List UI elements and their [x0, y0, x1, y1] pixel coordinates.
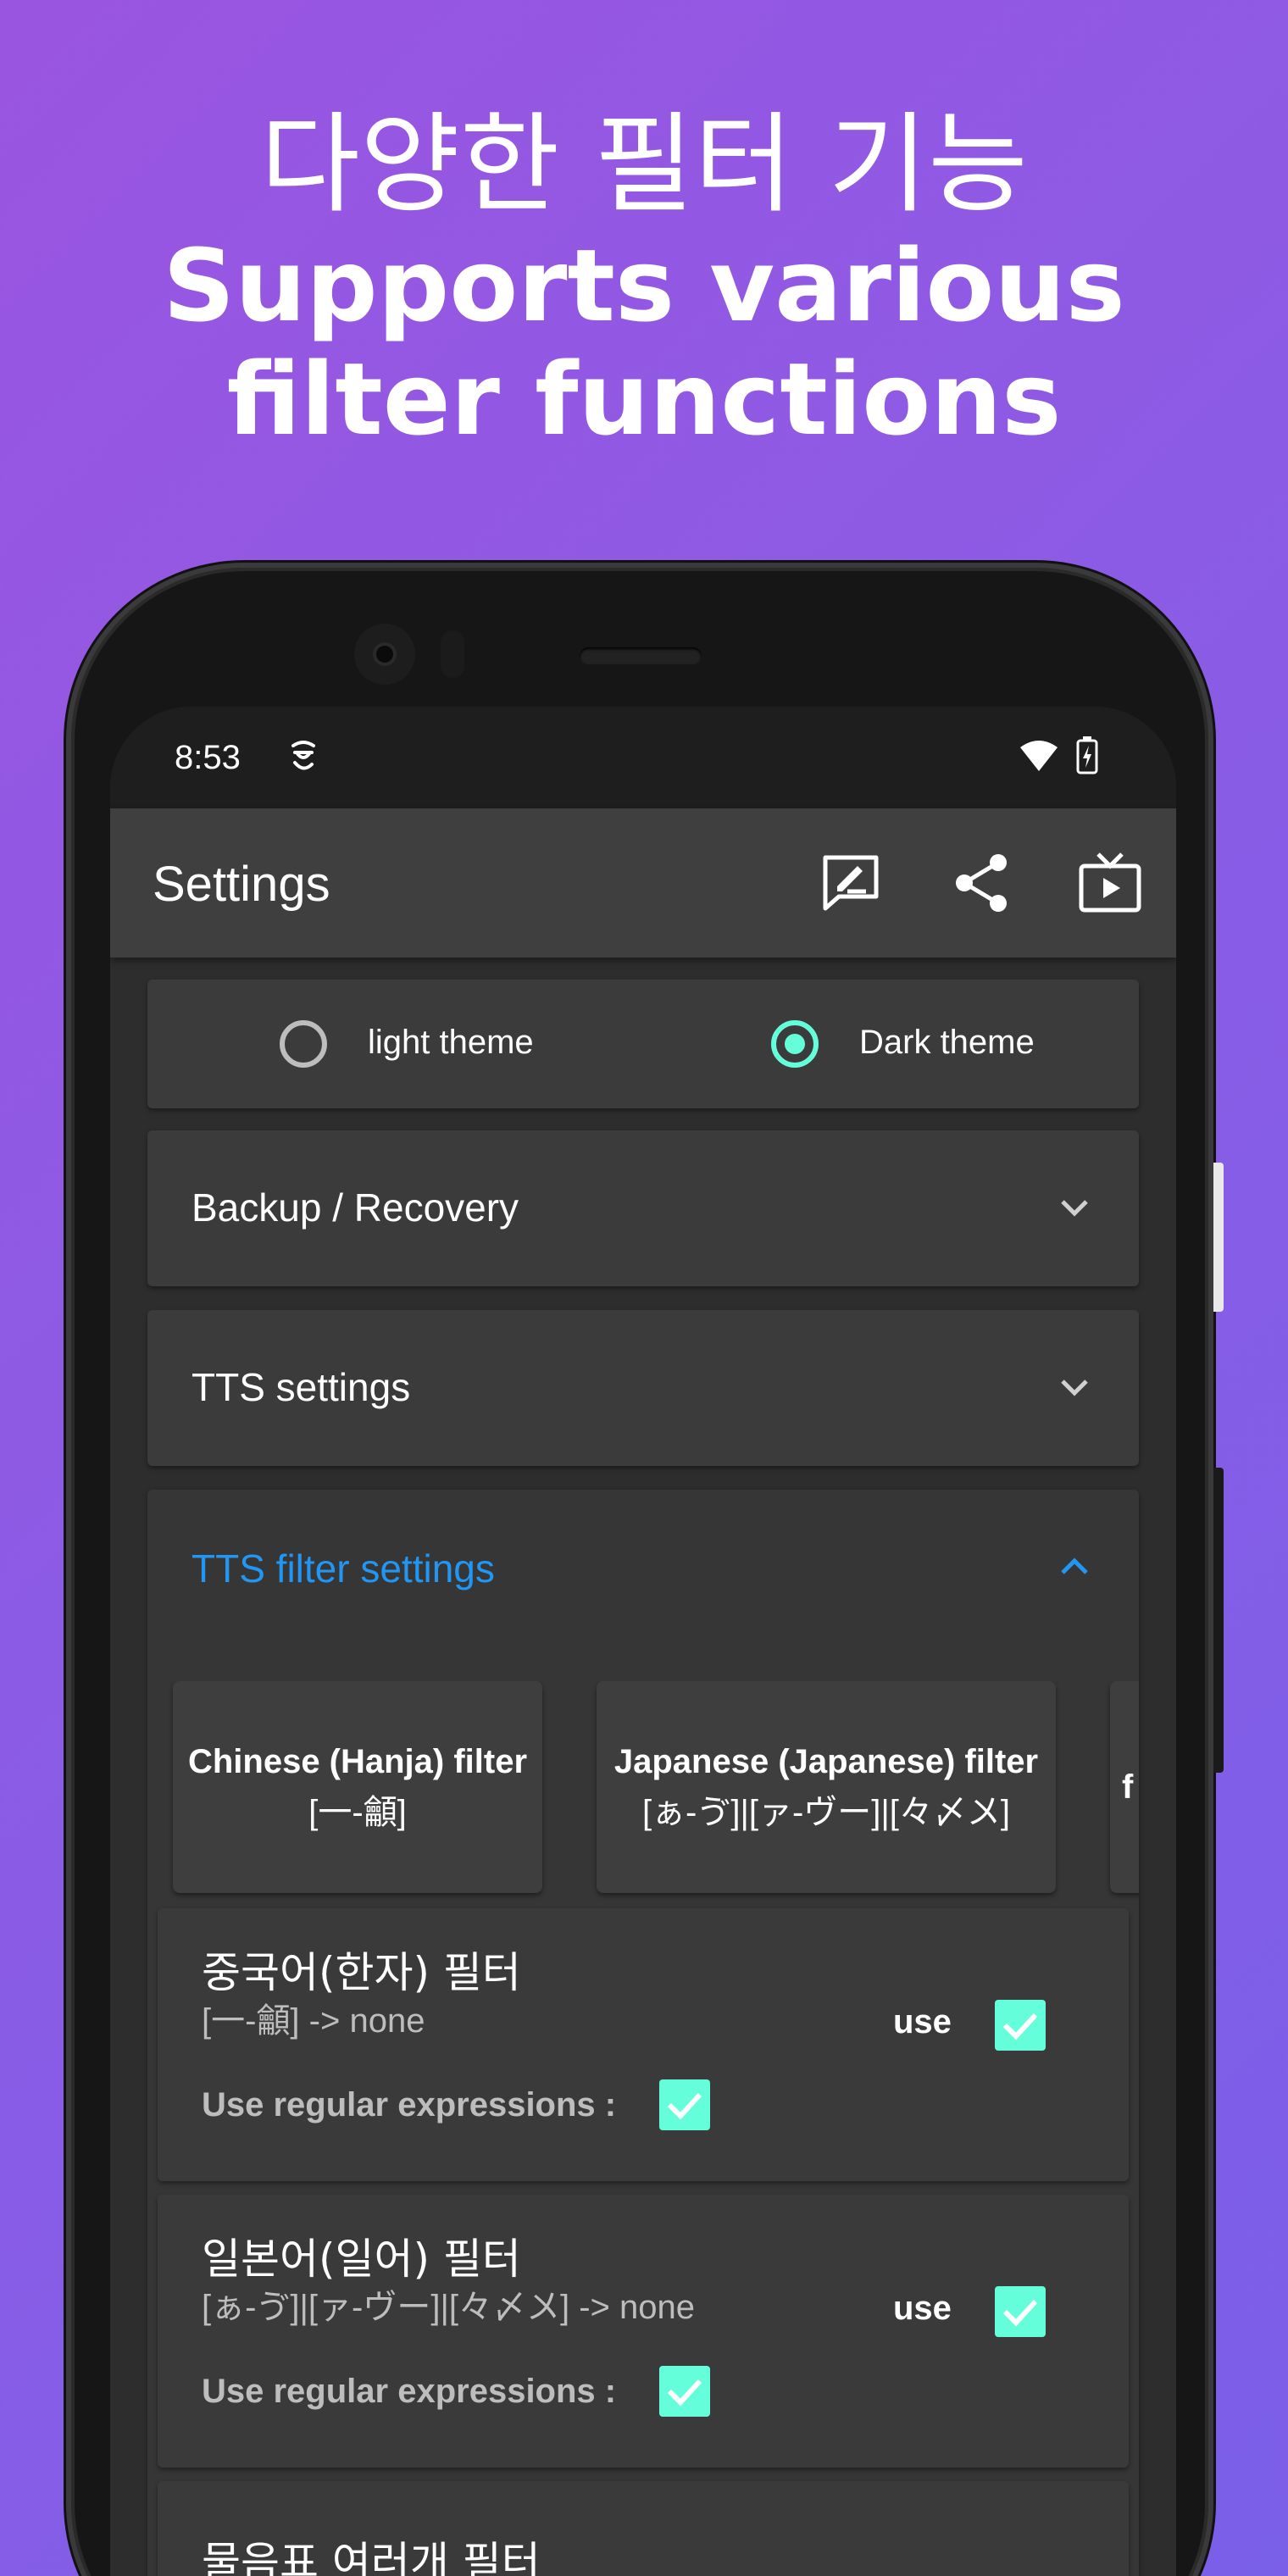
filter-item-japanese: 일본어(일어) 필터 [ぁ-ゔ]|[ァ-ヴー]|[々〆〤] -> none us… [158, 2195, 1129, 2468]
theme-selector-card: light theme Dark theme [147, 980, 1139, 1108]
regex-label: Use regular expressions : [202, 2086, 617, 2124]
filter-item-question-marks: 물음표 여러개 필터 [158, 2481, 1129, 2576]
chevron-up-icon[interactable] [1058, 1549, 1091, 1583]
chevron-down-icon[interactable] [1058, 1371, 1091, 1405]
chip-label: Chinese (Hanja) filter [187, 1743, 528, 1780]
proximity-sensor [441, 630, 464, 678]
filter-pattern: [ぁ-ゔ]|[ァ-ヴー]|[々〆〤] -> none [202, 2289, 695, 2326]
use-checkbox[interactable] [995, 2286, 1046, 2337]
phone-screen: 8:53 Settings light theme Dark theme Bac… [110, 707, 1176, 2576]
check-icon [1002, 2012, 1038, 2040]
regex-label: Use regular expressions : [202, 2373, 617, 2410]
chinese-filter-chip[interactable]: Chinese (Hanja) filter [一-龥] [173, 1681, 542, 1893]
earpiece-speaker [580, 647, 702, 664]
dark-theme-radio[interactable] [771, 1020, 819, 1068]
japanese-filter-chip[interactable]: Japanese (Japanese) filter [ぁ-ゔ]|[ァ-ヴー]|… [597, 1681, 1056, 1893]
filter-pattern: [一-龥] -> none [202, 2002, 425, 2040]
light-theme-label[interactable]: light theme [368, 1024, 534, 1062]
filter-name: 중국어(한자) 필터 [202, 1948, 521, 1997]
check-icon [667, 2379, 702, 2407]
power-button [1213, 1163, 1224, 1312]
app-bar: Settings [110, 808, 1176, 958]
next-filter-chip[interactable]: f [1110, 1681, 1139, 1893]
tts-settings-title: TTS settings [192, 1365, 411, 1409]
regex-checkbox[interactable] [659, 2366, 710, 2417]
status-bar: 8:53 [110, 707, 1176, 808]
use-label: use [893, 2003, 952, 2040]
chevron-down-icon[interactable] [1058, 1191, 1091, 1225]
tts-settings-section[interactable]: TTS settings [147, 1310, 1139, 1466]
light-theme-radio[interactable] [280, 1020, 327, 1068]
promo-headline: 다양한 필터 기능 Supports various filter functi… [0, 102, 1288, 456]
chip-pattern: [ぁ-ゔ]|[ァ-ヴー]|[々〆〤] [641, 1794, 1011, 1831]
front-camera [354, 624, 415, 685]
wifi-icon [1020, 741, 1058, 771]
volume-button [1213, 1468, 1224, 1773]
filter-chip-row: Chinese (Hanja) filter [一-龥] Japanese (J… [147, 1681, 1139, 1910]
use-checkbox[interactable] [995, 2000, 1046, 2051]
check-icon [667, 2092, 702, 2120]
notification-icon [288, 737, 319, 783]
page-title: Settings [153, 857, 330, 912]
chip-label: f [1122, 1768, 1134, 1806]
filter-name: 일본어(일어) 필터 [202, 2235, 521, 2284]
check-icon [1002, 2299, 1038, 2327]
backup-recovery-title: Backup / Recovery [192, 1185, 519, 1230]
use-label: use [893, 2290, 952, 2327]
share-icon[interactable] [951, 851, 1015, 915]
filter-name: 물음표 여러개 필터 [202, 2538, 541, 2576]
tv-play-icon[interactable] [1078, 851, 1142, 915]
chip-pattern: [一-龥] [308, 1794, 407, 1831]
dark-theme-label[interactable]: Dark theme [859, 1024, 1035, 1062]
tts-filter-settings-title[interactable]: TTS filter settings [192, 1546, 495, 1591]
regex-checkbox[interactable] [659, 2079, 710, 2130]
headline-korean: 다양한 필터 기능 [260, 102, 1028, 228]
backup-recovery-section[interactable]: Backup / Recovery [147, 1130, 1139, 1286]
battery-icon [1076, 736, 1098, 774]
status-time: 8:53 [175, 739, 241, 776]
headline-english-line2: filter functions [226, 341, 1062, 458]
filter-item-chinese: 중국어(한자) 필터 [一-龥] -> none use Use regular… [158, 1908, 1129, 2181]
chip-label: Japanese (Japanese) filter [613, 1743, 1039, 1780]
feedback-icon[interactable] [819, 851, 883, 915]
headline-english-line1: Supports various [163, 227, 1125, 344]
